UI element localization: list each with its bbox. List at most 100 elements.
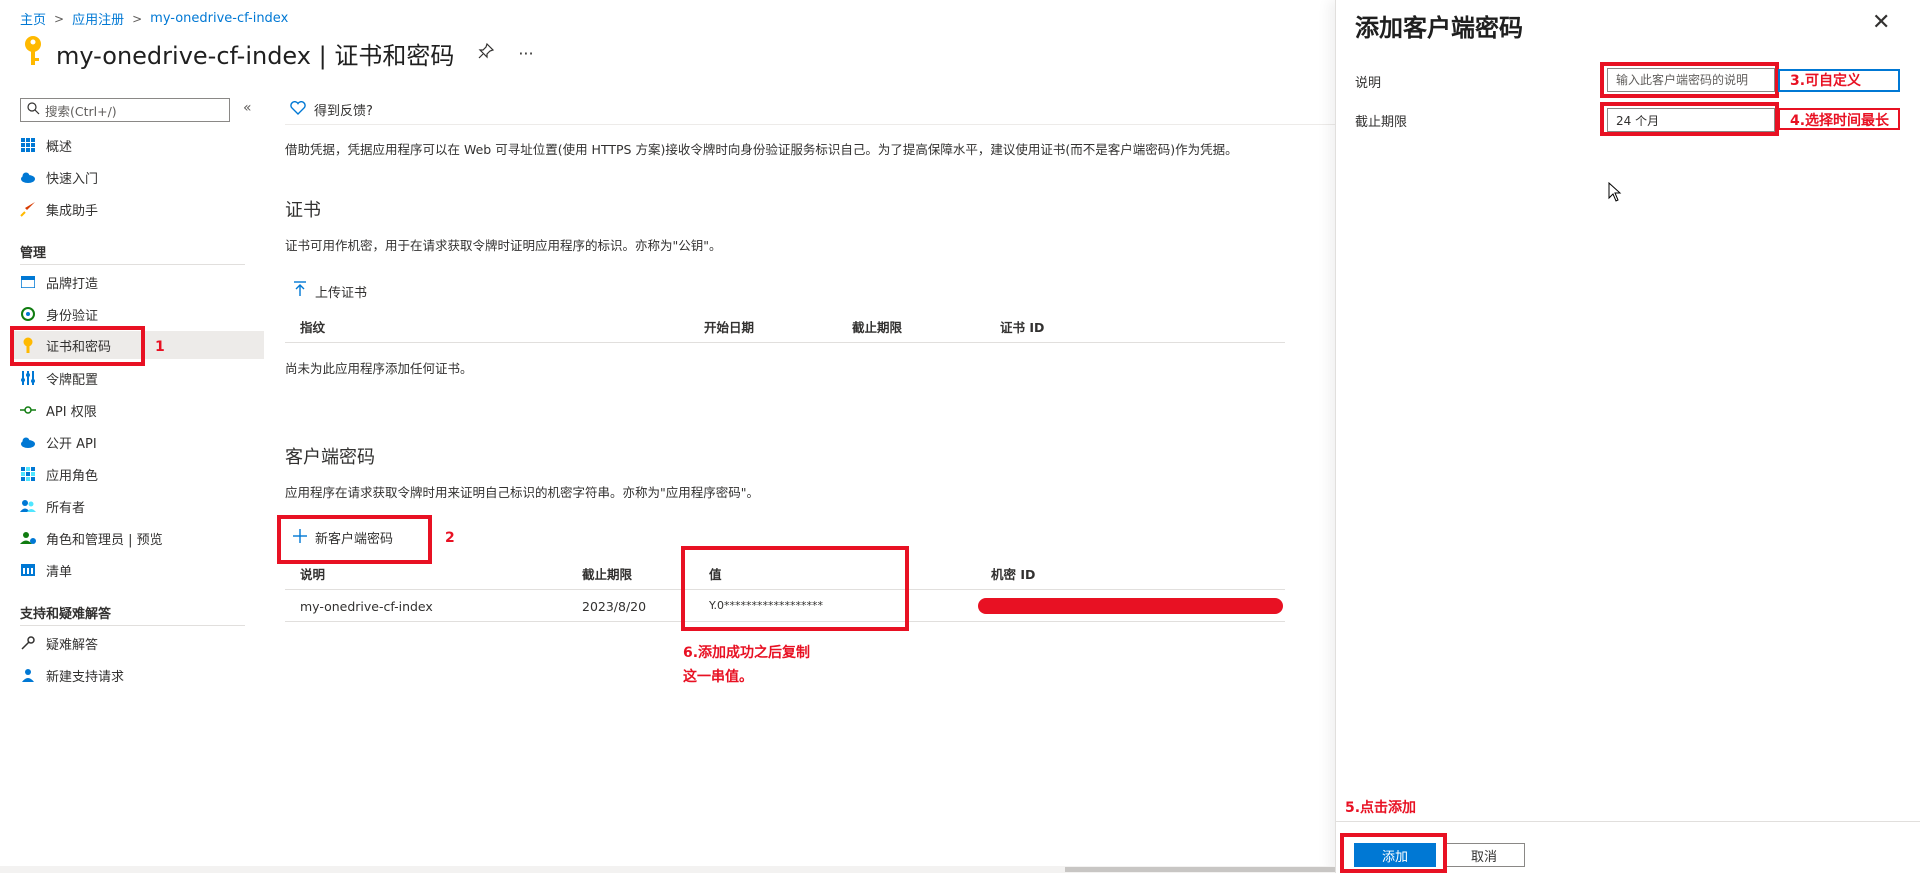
sidebar-item-label: 应用角色	[46, 468, 99, 484]
grid-icon	[20, 137, 36, 153]
panel-footer-divider	[1335, 821, 1920, 822]
sidebar-item-label: 快速入门	[46, 171, 99, 187]
sidebar-item-label: 身份验证	[46, 308, 99, 324]
page-title: my-onedrive-cf-index | 证书和密码	[56, 41, 455, 70]
support-icon	[20, 667, 36, 683]
sidebar-item-label: API 权限	[46, 404, 97, 420]
token-icon	[20, 370, 36, 386]
column-header-secret-id[interactable]: 机密 ID	[991, 564, 1035, 583]
cloud-api-icon	[20, 434, 36, 450]
sidebar-item-label: 新建支持请求	[46, 669, 125, 685]
sidebar-item-label: 公开 API	[46, 436, 97, 452]
column-header-thumbprint[interactable]: 指纹	[300, 317, 325, 336]
certificates-description: 证书可用作机密，用于在请求获取令牌时证明应用程序的标识。亦称为"公钥"。	[285, 238, 722, 253]
mouse-cursor-icon	[1608, 181, 1622, 206]
breadcrumb-app[interactable]: my-onedrive-cf-index	[150, 11, 288, 26]
sidebar-item-label: 令牌配置	[46, 372, 99, 388]
redacted-secret-id	[978, 598, 1283, 614]
annotation-label-6-line1: 6.添加成功之后复制	[683, 645, 811, 661]
breadcrumb: 主页 > 应用注册 > my-onedrive-cf-index	[20, 9, 288, 28]
secret-expires-cell: 2023/8/20	[582, 599, 647, 614]
cloud-icon	[20, 169, 36, 185]
sidebar-divider	[20, 264, 245, 265]
certificates-heading: 证书	[285, 200, 321, 221]
sidebar-section-support: 支持和疑难解答	[20, 607, 112, 622]
horizontal-scrollbar-thumb[interactable]	[1065, 867, 1335, 872]
client-secrets-heading: 客户端密码	[285, 447, 375, 468]
feedback-label: 得到反馈?	[314, 104, 373, 119]
sidebar-item-authentication[interactable]: 身份验证	[20, 300, 264, 328]
sidebar-section-manage: 管理	[20, 246, 47, 261]
sidebar-item-manifest[interactable]: 清单	[20, 556, 264, 584]
upload-certificate-button[interactable]: 上传证书	[293, 281, 367, 301]
sidebar-item-label: 角色和管理员 | 预览	[46, 532, 163, 548]
sidebar-item-new-support-request[interactable]: 新建支持请求	[20, 661, 264, 689]
search-input[interactable]: 搜索(Ctrl+/)	[20, 98, 230, 122]
feedback-button[interactable]: 得到反馈?	[290, 100, 373, 119]
annotation-box-3	[1600, 62, 1779, 98]
sidebar-item-label: 品牌打造	[46, 276, 99, 292]
column-header-certificate-id[interactable]: 证书 ID	[1000, 317, 1044, 336]
sidebar-item-branding[interactable]: 品牌打造	[20, 268, 264, 296]
search-icon	[27, 102, 40, 118]
pin-icon[interactable]	[478, 42, 495, 63]
sidebar-item-quickstart[interactable]: 快速入门	[20, 163, 264, 191]
annotation-box-1	[10, 326, 145, 366]
api-icon	[20, 402, 36, 418]
annotation-label-2: 2	[445, 530, 455, 546]
sidebar-item-app-roles[interactable]: 应用角色	[20, 460, 264, 488]
sidebar-item-roles-admins[interactable]: 角色和管理员 | 预览	[20, 524, 264, 552]
client-secrets-description: 应用程序在请求获取令牌时用来证明自己标识的机密字符串。亦称为"应用程序密码"。	[285, 485, 760, 500]
sidebar-item-overview[interactable]: 概述	[20, 131, 264, 159]
admin-icon	[20, 530, 36, 546]
panel-title: 添加客户端密码	[1355, 14, 1523, 42]
expires-label: 截止期限	[1355, 115, 1408, 130]
manifest-icon	[20, 562, 36, 578]
column-header-description[interactable]: 说明	[300, 564, 325, 583]
sidebar-item-owners[interactable]: 所有者	[20, 492, 264, 520]
content-divider	[285, 124, 1335, 125]
column-header-start-date[interactable]: 开始日期	[704, 317, 754, 336]
certificates-empty-message: 尚未为此应用程序添加任何证书。	[285, 361, 473, 376]
sidebar-item-expose-api[interactable]: 公开 API	[20, 428, 264, 456]
upload-certificate-label: 上传证书	[315, 285, 368, 301]
auth-icon	[20, 306, 36, 322]
column-header-expires[interactable]: 截止期限	[582, 564, 632, 583]
roles-icon	[20, 466, 36, 482]
sidebar-item-label: 概述	[46, 139, 73, 155]
key-icon	[20, 34, 46, 72]
annotation-box-5	[1340, 833, 1447, 873]
sidebar-item-integration-assistant[interactable]: 集成助手	[20, 195, 264, 223]
annotation-box-4	[1600, 102, 1779, 136]
heart-icon	[290, 100, 306, 119]
breadcrumb-home[interactable]: 主页	[20, 9, 46, 28]
search-placeholder: 搜索(Ctrl+/)	[45, 103, 117, 119]
cancel-button[interactable]: 取消	[1443, 843, 1525, 867]
owners-icon	[20, 498, 36, 514]
close-icon[interactable]: ✕	[1872, 10, 1890, 35]
annotation-box-2	[277, 515, 432, 564]
sidebar-item-troubleshooting[interactable]: 疑难解答	[20, 629, 264, 657]
sidebar-item-api-permissions[interactable]: API 权限	[20, 396, 264, 424]
annotation-label-5: 5.点击添加	[1345, 800, 1417, 816]
wrench-icon	[20, 635, 36, 651]
breadcrumb-separator: >	[132, 11, 143, 26]
branding-icon	[20, 274, 36, 290]
breadcrumb-app-registrations[interactable]: 应用注册	[72, 9, 124, 28]
sidebar-item-token-config[interactable]: 令牌配置	[20, 364, 264, 392]
description-label: 说明	[1355, 76, 1382, 91]
more-options-icon[interactable]: ···	[518, 44, 533, 63]
annotation-label-4: 4.选择时间最长	[1790, 113, 1890, 129]
column-header-expires[interactable]: 截止期限	[852, 317, 902, 336]
title-row: my-onedrive-cf-index | 证书和密码 ···	[20, 34, 534, 72]
annotation-label-6-line2: 这一串值。	[683, 669, 753, 685]
sidebar-item-label: 疑难解答	[46, 637, 99, 653]
collapse-sidebar-icon[interactable]: «	[243, 100, 252, 116]
breadcrumb-separator: >	[54, 11, 65, 26]
sidebar-item-label: 清单	[46, 564, 73, 580]
sidebar-divider	[20, 625, 245, 626]
secret-description-cell: my-onedrive-cf-index	[300, 599, 433, 614]
sidebar-item-label: 所有者	[46, 500, 86, 516]
sidebar-item-label: 集成助手	[46, 203, 99, 219]
rocket-icon	[20, 201, 36, 217]
